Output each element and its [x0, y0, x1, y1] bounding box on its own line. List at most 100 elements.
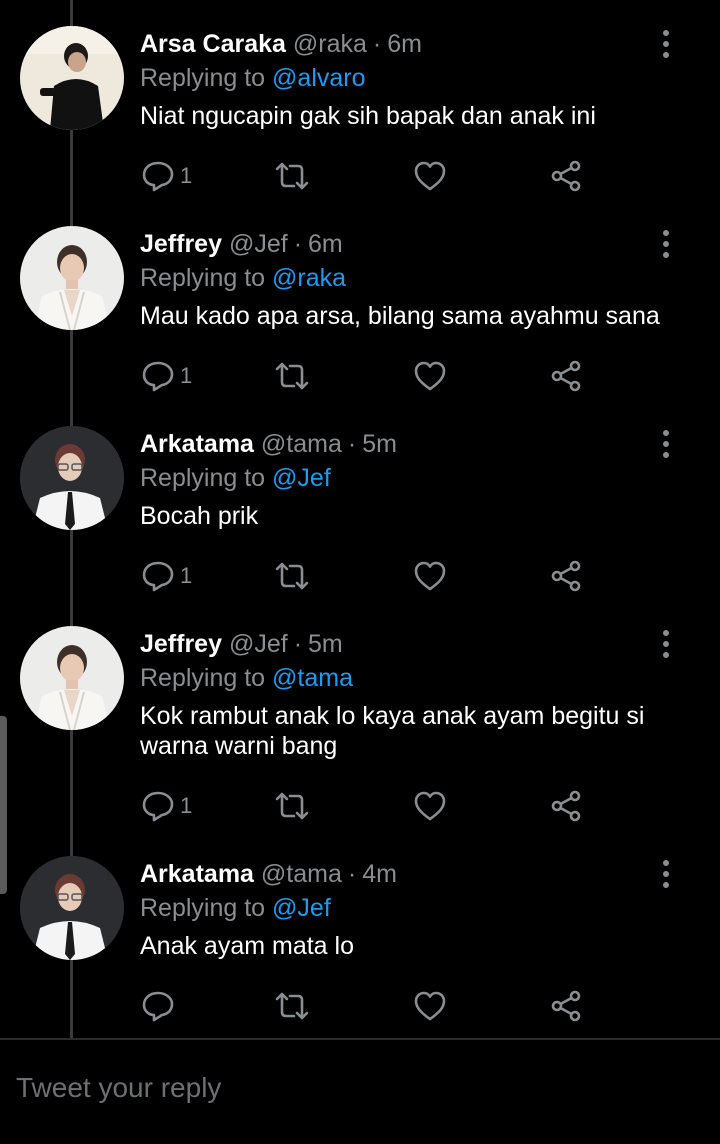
share-icon — [548, 788, 584, 824]
mention-link[interactable]: @Jef — [272, 894, 331, 922]
retweet-button[interactable] — [274, 356, 310, 396]
more-icon[interactable] — [654, 26, 678, 62]
tweet-actions: 1 — [140, 556, 600, 596]
tweet-text: Anak ayam mata lo — [140, 932, 354, 960]
author-handle[interactable]: @Jef — [229, 630, 288, 658]
tweet-text: Niat ngucapin gak sih bapak dan anak ini — [140, 102, 596, 130]
author-name[interactable]: Jeffrey — [140, 630, 222, 658]
share-icon — [548, 558, 584, 594]
retweet-icon — [274, 158, 310, 194]
tweet-actions: 1 — [140, 356, 600, 396]
reply-count: 1 — [180, 163, 193, 188]
share-icon — [548, 358, 584, 394]
reply-button[interactable]: 1 — [140, 356, 192, 396]
like-icon — [412, 358, 448, 394]
tweet-content: Jeffrey @Jef · 6m Replying to @raka Mau kado… — [140, 227, 680, 331]
replying-to: Replying to @Jef — [140, 891, 680, 925]
author-name[interactable]: Jeffrey — [140, 230, 222, 258]
replying-to: Replying to @raka — [140, 261, 680, 295]
more-icon[interactable] — [654, 226, 678, 262]
author-name[interactable]: Arsa Caraka — [140, 30, 286, 58]
replying-to-label: Replying to — [140, 664, 266, 692]
author-handle[interactable]: @raka — [293, 30, 367, 58]
avatar[interactable] — [20, 26, 124, 130]
replying-to-label: Replying to — [140, 464, 266, 492]
tweet-actions: 1 — [140, 156, 600, 196]
reply-button[interactable]: 1 — [140, 556, 192, 596]
tweet-header: Arsa Caraka @raka · 6m — [140, 27, 680, 61]
like-button[interactable] — [412, 556, 448, 596]
tweet-time: 6m — [308, 230, 343, 258]
like-icon — [412, 158, 448, 194]
author-handle[interactable]: @tama — [261, 860, 342, 888]
mention-link[interactable]: @tama — [272, 664, 353, 692]
reply-icon — [140, 988, 176, 1024]
avatar[interactable] — [20, 856, 124, 960]
share-button[interactable] — [548, 786, 584, 826]
share-button[interactable] — [548, 986, 584, 1026]
separator-dot: · — [293, 630, 303, 658]
retweet-icon — [274, 988, 310, 1024]
tweet-content: Jeffrey @Jef · 5m Replying to @tama Kok ramb… — [140, 627, 680, 761]
reply-icon — [140, 358, 176, 394]
more-icon[interactable] — [654, 426, 678, 462]
replying-to: Replying to @tama — [140, 661, 680, 695]
reply-count: 1 — [180, 563, 193, 588]
reply-button[interactable]: 1 — [140, 156, 192, 196]
separator-dot: · — [347, 860, 357, 888]
reply-composer[interactable]: Tweet your reply — [0, 1040, 720, 1136]
author-handle[interactable]: @Jef — [229, 230, 288, 258]
tweet-content: Arkatama @tama · 4m Replying to @Jef Anak ay… — [140, 857, 680, 961]
reply-icon — [140, 788, 176, 824]
share-button[interactable] — [548, 556, 584, 596]
reply-count: 1 — [180, 363, 193, 388]
author-handle[interactable]: @tama — [261, 430, 342, 458]
scrollbar[interactable] — [0, 716, 7, 894]
replying-to-label: Replying to — [140, 264, 266, 292]
like-icon — [412, 558, 448, 594]
retweet-icon — [274, 558, 310, 594]
author-name[interactable]: Arkatama — [140, 860, 254, 888]
mention-link[interactable]: @alvaro — [272, 64, 365, 92]
tweet-actions — [140, 986, 600, 1026]
tweet-content: Arsa Caraka @raka · 6m Replying to @alvaro N… — [140, 27, 680, 131]
reply-icon — [140, 558, 176, 594]
tweet-header: Jeffrey @Jef · 5m — [140, 627, 680, 661]
tweet-time: 4m — [362, 860, 397, 888]
avatar[interactable] — [20, 226, 124, 330]
retweet-button[interactable] — [274, 556, 310, 596]
retweet-button[interactable] — [274, 986, 310, 1026]
tweet-content: Arkatama @tama · 5m Replying to @Jef Bocah p… — [140, 427, 680, 531]
mention-link[interactable]: @raka — [272, 264, 346, 292]
like-icon — [412, 988, 448, 1024]
reply-input-placeholder[interactable]: Tweet your reply — [16, 1072, 221, 1104]
like-button[interactable] — [412, 156, 448, 196]
avatar[interactable] — [20, 426, 124, 530]
author-name[interactable]: Arkatama — [140, 430, 254, 458]
share-button[interactable] — [548, 356, 584, 396]
tweet-text: Mau kado apa arsa, bilang sama ayahmu sa… — [140, 302, 660, 330]
tweet-header: Jeffrey @Jef · 6m — [140, 227, 680, 261]
share-icon — [548, 158, 584, 194]
tweet-time: 5m — [362, 430, 397, 458]
like-button[interactable] — [412, 356, 448, 396]
replying-to-label: Replying to — [140, 64, 266, 92]
tweet-time: 5m — [308, 630, 343, 658]
retweet-icon — [274, 358, 310, 394]
separator-dot: · — [347, 430, 357, 458]
retweet-icon — [274, 788, 310, 824]
more-icon[interactable] — [654, 856, 678, 892]
reply-icon — [140, 158, 176, 194]
share-icon — [548, 988, 584, 1024]
avatar[interactable] — [20, 626, 124, 730]
retweet-button[interactable] — [274, 156, 310, 196]
share-button[interactable] — [548, 156, 584, 196]
like-button[interactable] — [412, 786, 448, 826]
retweet-button[interactable] — [274, 786, 310, 826]
more-icon[interactable] — [654, 626, 678, 662]
mention-link[interactable]: @Jef — [272, 464, 331, 492]
reply-button[interactable]: 1 — [140, 786, 192, 826]
reply-button[interactable] — [140, 986, 180, 1026]
separator-dot: · — [372, 30, 382, 58]
like-button[interactable] — [412, 986, 448, 1026]
